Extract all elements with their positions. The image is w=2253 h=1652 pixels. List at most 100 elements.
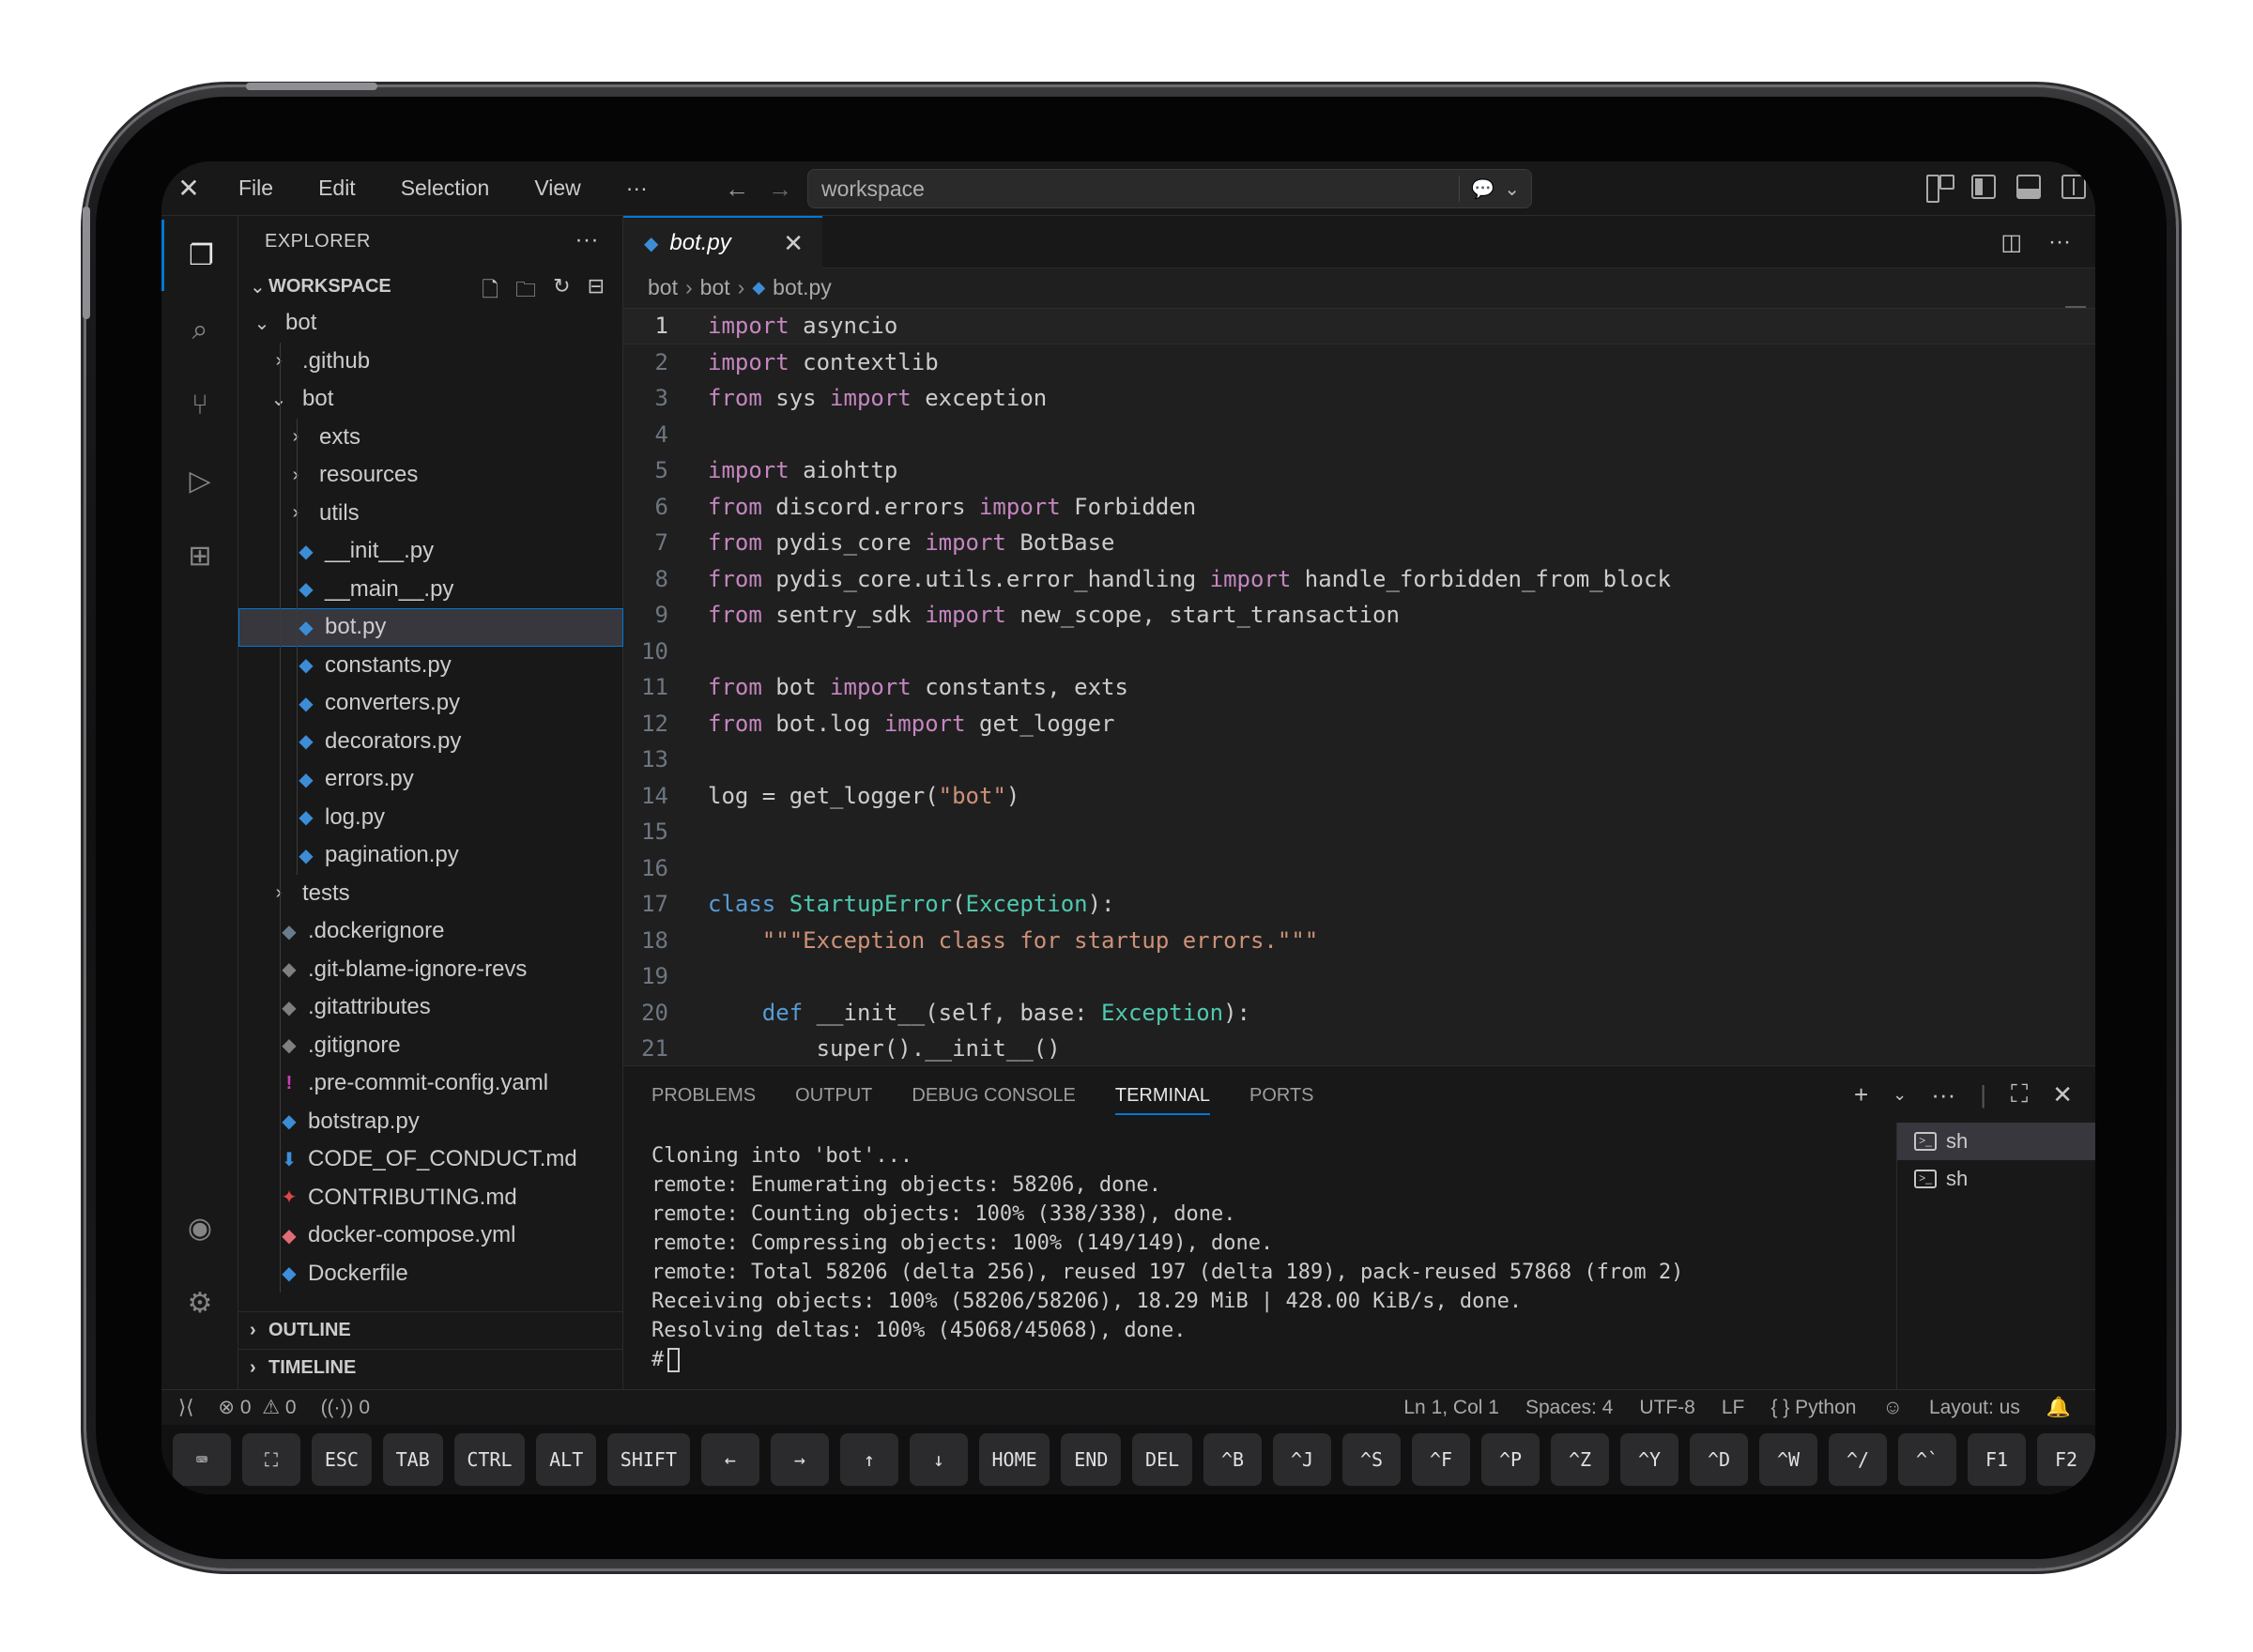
maximize-panel-icon[interactable]: ⛶ <box>2011 1079 2028 1109</box>
code-line[interactable]: 14 log = get_logger("bot") <box>623 778 2095 815</box>
timeline-section[interactable]: › TIMELINE <box>238 1349 623 1386</box>
tree-item[interactable]: ◆ botstrap.py <box>238 1102 623 1140</box>
more-actions-icon[interactable]: ··· <box>2048 229 2071 256</box>
code-line[interactable]: 6 from discord.errors import Forbidden <box>623 489 2095 526</box>
code-line[interactable]: 1 import asyncio <box>623 308 2095 344</box>
key-button[interactable]: ^Y <box>1620 1433 1678 1486</box>
tree-item[interactable]: ⬇ CODE_OF_CONDUCT.md <box>238 1140 623 1179</box>
tree-item[interactable]: ◆ .git-blame-ignore-revs <box>238 950 623 988</box>
chevron-down-icon[interactable]: ⌄ <box>1893 1085 1907 1105</box>
key-button[interactable]: ^B <box>1203 1433 1262 1486</box>
tree-item[interactable]: ◆ constants.py <box>238 646 623 684</box>
keyboard-layout[interactable]: Layout: us <box>1929 1397 2020 1419</box>
key-button[interactable]: ^/ <box>1829 1433 1887 1486</box>
tree-item[interactable]: ◆ .gitignore <box>238 1026 623 1064</box>
code-line[interactable]: 15 <box>623 814 2095 850</box>
menu-edit[interactable]: Edit <box>296 176 378 201</box>
code-line[interactable]: 11 from bot import constants, exts <box>623 669 2095 706</box>
copilot-chat-icon[interactable]: 💬 ⌄ <box>1459 176 1520 202</box>
outline-section[interactable]: › OUTLINE <box>238 1311 623 1349</box>
code-line[interactable]: 5 import aiohttp <box>623 452 2095 489</box>
problems-status[interactable]: ⊗ 0 ⚠ 0 <box>218 1396 296 1419</box>
run-debug-icon[interactable]: ▷ <box>161 445 238 516</box>
workspace-header[interactable]: ⌄ WORKSPACE 🗋 🗀 ↻ ⊟ <box>238 268 623 304</box>
key-button[interactable]: F1 <box>1968 1433 2026 1486</box>
tree-item[interactable]: ◆ errors.py <box>238 760 623 799</box>
tree-item[interactable]: › tests <box>238 874 623 912</box>
encoding[interactable]: UTF-8 <box>1639 1397 1695 1419</box>
split-editor-icon[interactable]: ◫ <box>2000 229 2022 256</box>
tree-item[interactable]: ◆ .dockerignore <box>238 912 623 951</box>
tab-debug-console[interactable]: DEBUG CONSOLE <box>912 1066 1075 1124</box>
extensions-icon[interactable]: ⊞ <box>161 520 238 591</box>
key-button[interactable]: F2 <box>2037 1433 2095 1486</box>
code-line[interactable]: 3 from sys import exception <box>623 380 2095 417</box>
key-button[interactable]: ← <box>700 1433 759 1486</box>
tree-item[interactable]: ◆ log.py <box>238 798 623 836</box>
close-tab-icon[interactable]: ✕ <box>783 229 804 258</box>
key-button[interactable]: DEL <box>1132 1433 1192 1486</box>
cursor-position[interactable]: Ln 1, Col 1 <box>1403 1397 1499 1419</box>
back-arrow-icon[interactable]: ← <box>715 175 759 204</box>
source-control-icon[interactable]: ⑂ <box>161 370 238 441</box>
terminal-item[interactable]: >_ sh <box>1897 1123 2095 1160</box>
tree-item[interactable]: ◆ __main__.py <box>238 570 623 608</box>
tree-item[interactable]: › .github <box>238 342 623 380</box>
code-line[interactable]: 9 from sentry_sdk import new_scope, start… <box>623 597 2095 634</box>
end-of-line[interactable]: LF <box>1722 1397 1745 1419</box>
key-button[interactable]: ESC <box>312 1433 372 1486</box>
language-mode[interactable]: { } Python <box>1770 1397 1856 1419</box>
notifications-bell-icon[interactable]: 🔔 <box>2046 1397 2071 1419</box>
tree-item[interactable]: ◆ Dockerfile <box>238 1254 623 1293</box>
key-button[interactable]: ^W <box>1759 1433 1817 1486</box>
code-line[interactable]: 20 def __init__(self, base: Exception): <box>623 995 2095 1032</box>
key-button[interactable]: SHIFT <box>607 1433 690 1486</box>
key-button[interactable]: → <box>770 1433 829 1486</box>
close-panel-icon[interactable]: ✕ <box>2052 1080 2073 1109</box>
code-line[interactable]: 4 <box>623 417 2095 453</box>
code-lines[interactable]: 1 import asyncio 2 import contextlib 3 from s… <box>623 308 2095 1067</box>
key-button[interactable]: ^F <box>1412 1433 1470 1486</box>
code-line[interactable]: 2 import contextlib <box>623 344 2095 381</box>
tab-problems[interactable]: PROBLEMS <box>651 1066 756 1124</box>
key-button[interactable]: ^J <box>1273 1433 1331 1486</box>
key-button[interactable]: ^D <box>1690 1433 1748 1486</box>
vscode-logo-icon[interactable]: ✕ <box>161 161 216 216</box>
code-line[interactable]: 10 <box>623 634 2095 670</box>
tree-item[interactable]: ⌄ bot <box>238 380 623 419</box>
toggle-secondary-sidebar-icon[interactable] <box>2061 175 2086 199</box>
keyboard-toggle-icon[interactable]: ⌨ <box>173 1433 231 1486</box>
key-button[interactable]: CTRL <box>453 1433 526 1486</box>
key-button[interactable]: ^P <box>1481 1433 1540 1486</box>
tree-item[interactable]: › utils <box>238 494 623 532</box>
key-button[interactable]: ^` <box>1898 1433 1956 1486</box>
code-line[interactable]: 17 class StartupError(Exception): <box>623 886 2095 923</box>
code-line[interactable]: 13 <box>623 742 2095 778</box>
tree-item[interactable]: › exts <box>238 418 623 456</box>
menu-more[interactable]: ··· <box>604 176 670 201</box>
search-icon[interactable]: ⌕ <box>161 295 238 366</box>
menu-selection[interactable]: Selection <box>378 176 513 201</box>
more-actions-icon[interactable]: ··· <box>575 227 599 253</box>
code-line[interactable]: 19 <box>623 958 2095 995</box>
account-icon[interactable]: ◉ <box>161 1192 238 1263</box>
chevron-down-icon[interactable]: ⌄ <box>1504 177 1520 201</box>
code-line[interactable]: 18 """Exception class for startup errors… <box>623 923 2095 959</box>
code-line[interactable]: 16 <box>623 850 2095 887</box>
key-button[interactable]: ↑ <box>839 1433 898 1486</box>
code-line[interactable]: 7 from pydis_core import BotBase <box>623 525 2095 561</box>
tab-bot-py[interactable]: ◆ bot.py ✕ <box>623 216 822 268</box>
tree-item[interactable]: ⌄ bot <box>238 304 623 343</box>
key-button[interactable]: ALT <box>536 1433 597 1486</box>
settings-gear-icon[interactable]: ⚙ <box>161 1267 238 1338</box>
tree-item[interactable]: › resources <box>238 456 623 495</box>
key-button[interactable]: ↓ <box>909 1433 968 1486</box>
key-button[interactable]: END <box>1061 1433 1122 1486</box>
tree-item[interactable]: ✦ CONTRIBUTING.md <box>238 1178 623 1216</box>
new-terminal-icon[interactable]: + <box>1854 1080 1868 1109</box>
more-actions-icon[interactable]: ··· <box>1931 1080 1955 1109</box>
code-line[interactable]: 8 from pydis_core.utils.error_handling im… <box>623 561 2095 598</box>
customize-layout-icon[interactable] <box>1926 175 1954 203</box>
command-center-search[interactable]: workspace 💬 ⌄ <box>807 169 1532 208</box>
tree-item[interactable]: ! .pre-commit-config.yaml <box>238 1064 623 1103</box>
